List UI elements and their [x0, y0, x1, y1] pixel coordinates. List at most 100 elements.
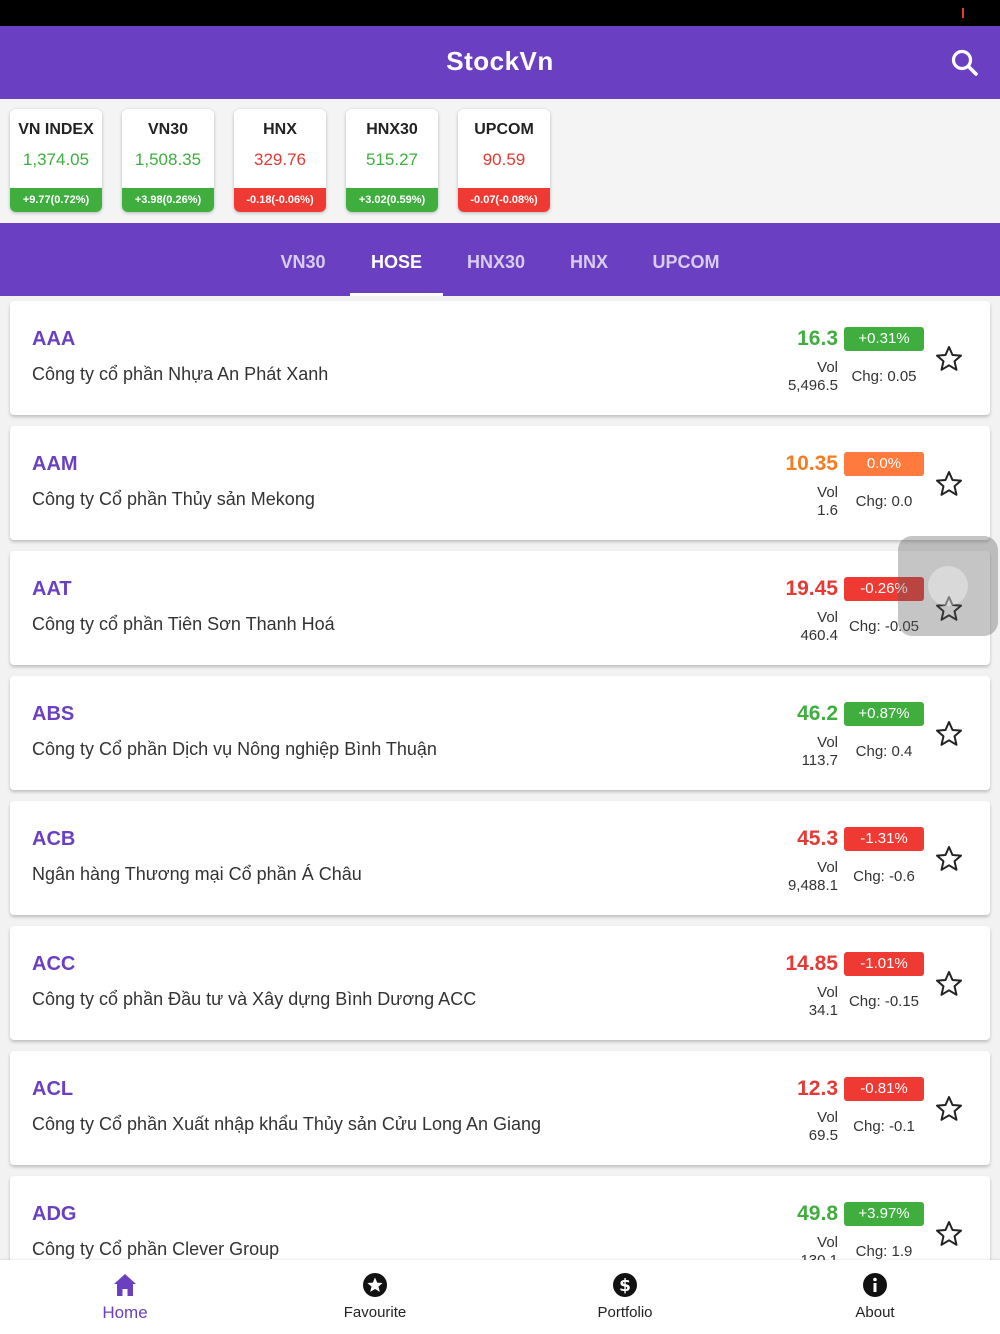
stock-row-acc[interactable]: ACC Công ty cổ phần Đầu tư và Xây dựng B…	[10, 926, 990, 1040]
stock-code: ADG	[32, 1203, 77, 1225]
stock-change-badge: -1.01%	[844, 952, 924, 976]
index-name: UPCOM	[474, 121, 534, 138]
index-card-vnindex[interactable]: VN INDEX 1,374.05 +9.77(0.72%)	[10, 109, 102, 212]
index-value: 515.27	[366, 150, 418, 169]
change-value: Chg: 0.4	[855, 743, 913, 760]
index-change: -0.18(-0.06%)	[234, 188, 326, 212]
bottom-navigation: Home Favourite $ Portfolio About	[0, 1260, 1000, 1334]
volume-label: Vol	[817, 1234, 838, 1251]
index-change: +3.02(0.59%)	[346, 188, 438, 212]
nav-label: Favourite	[343, 1304, 407, 1321]
stock-code: AAT	[32, 578, 72, 600]
volume-value: 1.6	[817, 502, 838, 519]
nav-label: Home	[102, 1303, 148, 1322]
market-index-strip: VN INDEX 1,374.05 +9.77(0.72%) VN30 1,50…	[0, 99, 1000, 223]
tab-upcom[interactable]: UPCOM	[637, 223, 735, 296]
tab-hnx[interactable]: HNX	[555, 223, 623, 296]
nav-home[interactable]: Home	[0, 1260, 250, 1334]
stock-price: 10.35	[785, 452, 838, 475]
search-icon	[951, 49, 978, 76]
nav-favourite[interactable]: Favourite	[250, 1260, 500, 1334]
stock-price: 12.3	[797, 1077, 838, 1100]
stock-row-aaa[interactable]: AAA Công ty cổ phần Nhựa An Phát Xanh 16…	[10, 301, 990, 415]
tab-hnx30[interactable]: HNX30	[451, 223, 541, 296]
search-button[interactable]	[948, 46, 982, 80]
index-name: HNX	[263, 121, 297, 138]
star-icon[interactable]	[934, 1094, 964, 1124]
index-change: +9.77(0.72%)	[10, 188, 102, 212]
status-bar	[0, 0, 1000, 26]
nav-label: Portfolio	[597, 1304, 653, 1321]
dollar-circle-icon: $	[613, 1273, 637, 1297]
volume-value: 69.5	[808, 1127, 838, 1144]
exchange-tab-bar: VN30 HOSE HNX30 HNX UPCOM	[0, 223, 1000, 296]
stock-price: 46.2	[797, 702, 838, 725]
assistive-touch-button[interactable]	[898, 536, 998, 636]
volume-value: 5,496.5	[787, 377, 838, 394]
stock-code: ACB	[32, 828, 76, 850]
index-value: 1,508.35	[134, 150, 202, 169]
stock-name: Công ty cổ phần Nhựa An Phát Xanh	[32, 364, 329, 384]
index-value: 90.59	[482, 150, 526, 169]
stock-price: 14.85	[785, 952, 838, 975]
stock-name: Công ty Cổ phần Xuất nhập khẩu Thủy sản …	[32, 1114, 542, 1134]
index-card-upcom[interactable]: UPCOM 90.59 -0.07(-0.08%)	[458, 109, 550, 212]
stock-row-acb[interactable]: ACB Ngân hàng Thương mại Cổ phần Á Châu …	[10, 801, 990, 915]
index-change: -0.07(-0.08%)	[458, 188, 550, 212]
change-value: Chg: 0.05	[851, 368, 917, 385]
volume-label: Vol	[817, 734, 838, 751]
star-icon[interactable]	[934, 844, 964, 874]
app-bar: StockVn	[0, 26, 1000, 99]
index-value: 329.76	[254, 150, 306, 169]
change-value: Chg: -0.15	[848, 993, 920, 1010]
stock-change-badge: -1.31%	[844, 827, 924, 851]
stock-row-aam[interactable]: AAM Công ty Cổ phần Thủy sản Mekong 10.3…	[10, 426, 990, 540]
volume-value: 130.1	[800, 1252, 838, 1260]
index-card-vn30[interactable]: VN30 1,508.35 +3.98(0.26%)	[122, 109, 214, 212]
change-value: Chg: 0.0	[855, 493, 913, 510]
star-icon[interactable]	[934, 969, 964, 999]
stock-code: ABS	[32, 703, 75, 725]
nav-portfolio[interactable]: $ Portfolio	[500, 1260, 750, 1334]
star-circle-icon	[363, 1273, 387, 1297]
stock-change-badge: -0.81%	[844, 1077, 924, 1101]
stock-name: Công ty Cổ phần Thủy sản Mekong	[32, 489, 315, 509]
stock-name: Công ty cổ phần Tiên Sơn Thanh Hoá	[32, 614, 335, 634]
app-title: StockVn	[446, 46, 554, 76]
stock-code: AAA	[32, 328, 76, 350]
stock-change-badge: 0.0%	[844, 452, 924, 476]
stock-price: 19.45	[785, 577, 838, 600]
stock-code: ACC	[32, 953, 76, 975]
change-value: Chg: 1.9	[855, 1243, 913, 1260]
star-icon[interactable]	[934, 469, 964, 499]
stock-name: Công ty cổ phần Đầu tư và Xây dựng Bình …	[32, 989, 477, 1009]
change-value: Chg: -0.1	[853, 1118, 915, 1135]
index-card-hnx30[interactable]: HNX30 515.27 +3.02(0.59%)	[346, 109, 438, 212]
stock-row-abs[interactable]: ABS Công ty Cổ phần Dịch vụ Nông nghiệp …	[10, 676, 990, 790]
stock-list[interactable]: AAA Công ty cổ phần Nhựa An Phát Xanh 16…	[0, 296, 1000, 1260]
star-icon[interactable]	[934, 344, 964, 374]
volume-value: 34.1	[808, 1002, 838, 1019]
tab-hose[interactable]: HOSE	[350, 223, 443, 296]
index-name: VN INDEX	[18, 121, 94, 138]
status-indicator	[962, 8, 964, 18]
tab-vn30[interactable]: VN30	[264, 223, 342, 296]
volume-label: Vol	[817, 859, 838, 876]
star-icon[interactable]	[934, 719, 964, 749]
index-name: HNX30	[366, 121, 418, 138]
star-icon[interactable]	[934, 1219, 964, 1249]
volume-label: Vol	[817, 1109, 838, 1126]
index-card-hnx[interactable]: HNX 329.76 -0.18(-0.06%)	[234, 109, 326, 212]
nav-label: About	[855, 1304, 895, 1321]
stock-price: 16.3	[797, 327, 838, 350]
stock-row-acl[interactable]: ACL Công ty Cổ phần Xuất nhập khẩu Thủy …	[10, 1051, 990, 1165]
stock-code: ACL	[32, 1078, 74, 1100]
index-change: +3.98(0.26%)	[122, 188, 214, 212]
stock-price: 49.8	[797, 1202, 838, 1225]
stock-row-aat[interactable]: AAT Công ty cổ phần Tiên Sơn Thanh Hoá 1…	[10, 551, 990, 665]
nav-about[interactable]: About	[750, 1260, 1000, 1334]
stock-row-adg[interactable]: ADG Công ty Cổ phần Clever Group 49.8 +3…	[10, 1176, 990, 1260]
info-circle-icon	[863, 1273, 887, 1297]
volume-label: Vol	[817, 359, 838, 376]
stock-name: Công ty Cổ phần Clever Group	[32, 1239, 280, 1259]
